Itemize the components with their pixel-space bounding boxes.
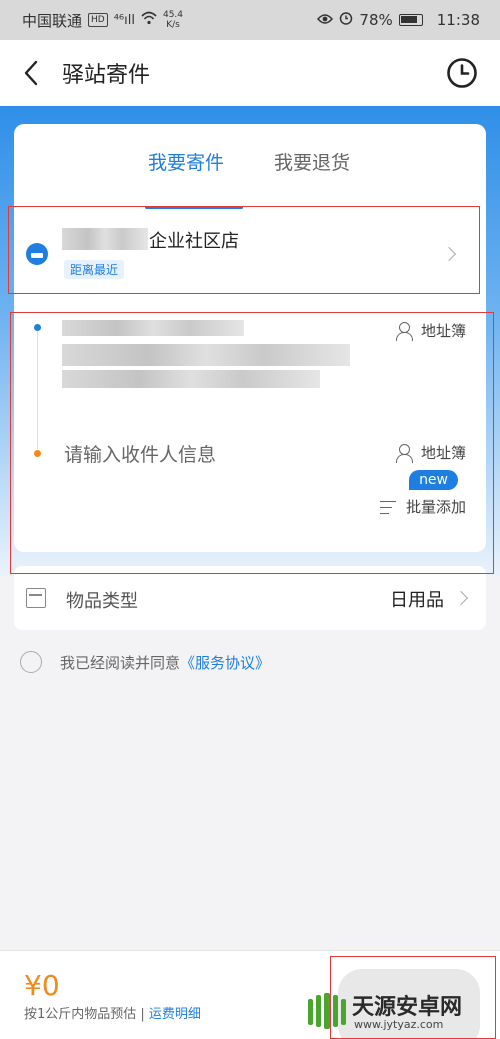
nearest-tag: 距离最近 [64, 260, 125, 279]
store-icon [26, 243, 48, 265]
status-bar: 中国联通 HD ⁴⁶ıll 45.4 K/s 78% 11:38 [0, 0, 500, 40]
shipping-card: 我要寄件 我要退货 企业社区店 距离最近 地址簿 请输入收件人信息 地址簿 ne… [14, 124, 486, 552]
back-arrow-icon[interactable] [18, 58, 48, 88]
agreement-text: 我已经阅读并同意 [60, 653, 181, 672]
page-title: 驿站寄件 [62, 63, 151, 88]
recipient-address-book[interactable]: 地址簿 [395, 442, 466, 463]
box-icon [26, 588, 46, 608]
blurred-sender-address-line1[interactable] [62, 344, 350, 366]
blurred-sender-name[interactable] [62, 320, 244, 336]
clock-history-icon[interactable] [446, 57, 478, 89]
eye-icon [317, 11, 334, 29]
blurred-store-prefix [62, 228, 148, 250]
watermark-url: www.jytyaz.com [354, 1018, 444, 1031]
price: ¥0 [24, 969, 60, 1002]
fee-detail-link[interactable]: 运费明细 [149, 1007, 201, 1022]
store-selector[interactable]: 企业社区店 距离最近 [14, 214, 486, 294]
goods-type-value: 日用品 [390, 590, 444, 611]
sender-dot [34, 324, 41, 331]
blurred-sender-address-line2[interactable] [62, 370, 320, 388]
carrier-label: 中国联通 [22, 11, 83, 30]
agree-checkbox[interactable] [20, 651, 42, 673]
app-header: 驿站寄件 [0, 40, 500, 106]
store-name: 企业社区店 [149, 231, 239, 252]
active-tab-indicator [145, 206, 243, 209]
recipient-input[interactable]: 请输入收件人信息 [64, 440, 216, 467]
address-section: 地址簿 请输入收件人信息 地址簿 new 批量添加 [14, 314, 486, 544]
watermark-title: 天源安卓网 [352, 995, 463, 1020]
wifi-icon [141, 11, 157, 29]
battery-icon [398, 14, 423, 26]
new-badge: new [409, 470, 458, 490]
address-book-icon [395, 321, 415, 341]
watermark-logo-icon [308, 993, 346, 1029]
clock: 11:38 [436, 11, 480, 29]
service-agreement-link[interactable]: 《服务协议》 [180, 652, 270, 673]
batch-add-button[interactable]: 批量添加 [379, 496, 466, 517]
tab-bar: 我要寄件 我要退货 [14, 148, 486, 209]
hd-icon: HD [88, 13, 108, 27]
chevron-right-icon [453, 590, 469, 606]
batch-list-icon [379, 498, 400, 516]
alarm-icon [339, 11, 353, 29]
tab-send[interactable]: 我要寄件 [148, 148, 224, 175]
address-book-icon [395, 443, 415, 463]
network-speed: 45.4 K/s [162, 10, 184, 30]
tab-return[interactable]: 我要退货 [274, 148, 350, 175]
goods-type-label: 物品类型 [66, 591, 138, 612]
estimate-text: 按1公斤内物品预估 | 运费明细 [24, 1007, 201, 1022]
route-line [37, 331, 38, 449]
agreement-row: 我已经阅读并同意 《服务协议》 [20, 650, 270, 674]
sender-address-book[interactable]: 地址簿 [395, 320, 466, 341]
signal-icon: ⁴⁶ıll [113, 12, 135, 28]
chevron-right-icon [441, 246, 457, 262]
goods-type-row[interactable]: 物品类型 日用品 [14, 566, 486, 630]
watermark: 天源安卓网 www.jytyaz.com [300, 985, 500, 1039]
battery-percent: 78% [359, 11, 393, 29]
recipient-dot [34, 450, 41, 457]
